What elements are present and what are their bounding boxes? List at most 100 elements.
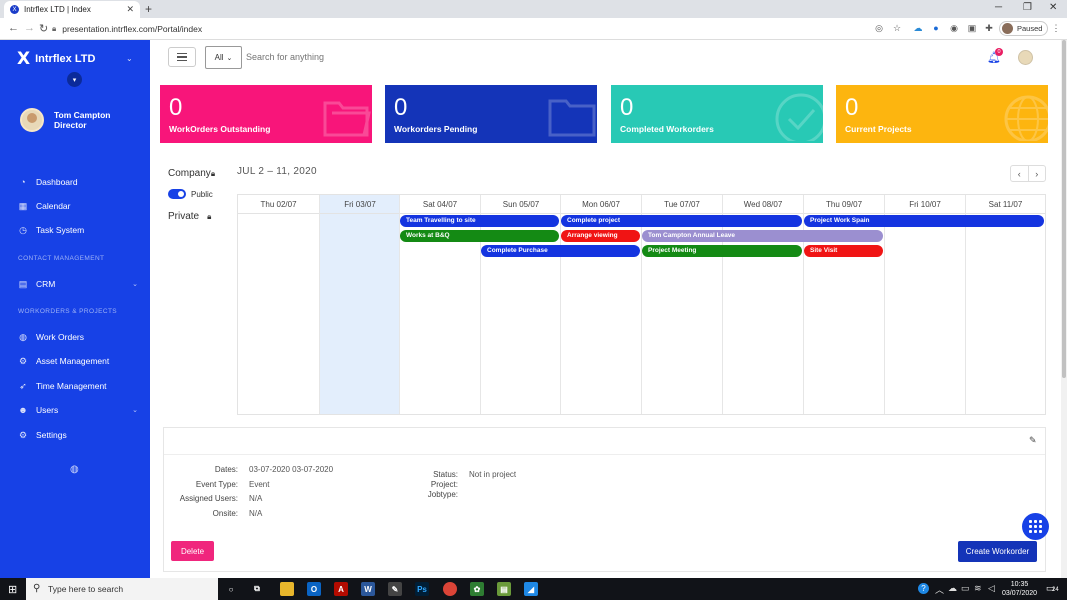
sidebar-item-crm[interactable]: ▤ CRM ⌄: [18, 279, 138, 289]
calendar-day-header: Mon 06/07: [561, 195, 641, 214]
calendar-day-column[interactable]: Wed 08/07: [722, 195, 803, 414]
next-week-button[interactable]: ›: [1027, 166, 1046, 181]
app-notepad-icon[interactable]: ▤: [497, 582, 511, 596]
user-profile[interactable]: Tom Campton Director: [20, 108, 111, 132]
sidebar-item-task-system[interactable]: ◷ Task System: [18, 225, 138, 235]
workorders-pending-card[interactable]: 0 Workorders Pending: [385, 85, 597, 143]
calendar-day-column[interactable]: Fri 03/07: [319, 195, 400, 414]
page-scrollbar[interactable]: [1061, 40, 1067, 578]
task-view-icon[interactable]: ⧉: [250, 582, 264, 596]
calendar-event[interactable]: Complete Purchase: [481, 245, 640, 257]
kebab-menu-icon[interactable]: ⋮: [1051, 23, 1061, 33]
file-explorer-icon[interactable]: [280, 582, 294, 596]
globe-icon: ◍: [19, 332, 27, 342]
puzzle-icon[interactable]: ✚: [984, 23, 994, 33]
public-toggle[interactable]: [168, 189, 186, 199]
browser-tab[interactable]: X Intrflex LTD | Index ✕: [4, 1, 140, 18]
forward-icon[interactable]: →: [24, 22, 35, 34]
close-tab-icon[interactable]: ✕: [126, 4, 134, 15]
calendar-day-column[interactable]: Thu 02/07: [238, 195, 319, 414]
word-icon[interactable]: W: [361, 582, 375, 596]
card-value: 0: [169, 94, 183, 121]
extension-box-icon[interactable]: ▣: [967, 23, 977, 33]
sidebar-item-settings[interactable]: ⚙ Settings: [18, 430, 138, 440]
search-input[interactable]: [246, 52, 546, 62]
acrobat-icon[interactable]: A: [334, 582, 348, 596]
company-label-text: Company: [168, 168, 211, 179]
edit-pencil-icon[interactable]: ✎: [1029, 435, 1037, 446]
calendar-event[interactable]: Site Visit: [804, 245, 883, 257]
calendar-event[interactable]: Tom Campton Annual Leave: [642, 230, 883, 242]
back-icon[interactable]: ←: [8, 22, 19, 34]
calendar-event[interactable]: Works at B&Q: [400, 230, 559, 242]
sidebar-item-label: Time Management: [36, 381, 107, 391]
calendar-event[interactable]: Team Travelling to site: [400, 215, 559, 227]
sidebar-item-label: Task System: [36, 225, 85, 235]
network-icon[interactable]: ▭: [961, 583, 970, 594]
sidebar-item-time-management[interactable]: ➶ Time Management: [18, 381, 138, 391]
notes-app-icon[interactable]: ✎: [388, 582, 402, 596]
cortana-icon[interactable]: ○: [224, 582, 238, 596]
restore-icon[interactable]: ❐: [1023, 2, 1032, 13]
app-blue-icon[interactable]: ◢: [524, 582, 538, 596]
calendar-day-column[interactable]: Tue 07/07: [641, 195, 722, 414]
calendar-event[interactable]: Project Work Spain: [804, 215, 1044, 227]
taskbar-search-placeholder: Type here to search: [48, 584, 124, 594]
brand[interactable]: X Intrflex LTD: [17, 49, 95, 69]
minimize-icon[interactable]: ─: [995, 2, 1002, 13]
collapse-toggle-button[interactable]: ▾: [67, 72, 82, 87]
reload-icon[interactable]: ↻: [39, 22, 48, 35]
profile-button[interactable]: Paused: [999, 21, 1049, 36]
chrome-icon[interactable]: [443, 582, 457, 596]
sidebar-item-calendar[interactable]: ▦ Calendar: [18, 201, 138, 211]
user-name: Tom Campton: [54, 110, 111, 120]
calendar-day-column[interactable]: Sun 05/07: [480, 195, 561, 414]
chevron-down-icon[interactable]: ⌄: [126, 54, 133, 63]
menu-toggle-button[interactable]: [168, 47, 196, 67]
header-avatar[interactable]: [1018, 50, 1033, 65]
url-field[interactable]: 🔒︎ presentation.intrflex.com/Portal/inde…: [52, 21, 872, 37]
calendar-event[interactable]: Project Meeting: [642, 245, 802, 257]
photoshop-icon[interactable]: Ps: [415, 582, 429, 596]
sidebar-item-work-orders[interactable]: ◍ Work Orders: [18, 332, 138, 342]
apps-grid-button[interactable]: [1022, 513, 1049, 540]
calendar-event[interactable]: Complete project: [561, 215, 802, 227]
create-workorder-button[interactable]: Create Workorder: [958, 541, 1037, 562]
outlook-icon[interactable]: O: [307, 582, 321, 596]
prev-week-button[interactable]: ‹: [1011, 166, 1028, 181]
sidebar-item-dashboard[interactable]: ◔ Dashboard: [18, 177, 138, 187]
onedrive-icon[interactable]: ☁: [948, 583, 957, 594]
volume-icon[interactable]: ◁: [988, 583, 995, 594]
extension-dark-icon[interactable]: ◉: [949, 23, 959, 33]
language-globe-icon[interactable]: ◍: [70, 464, 79, 475]
sidebar: X Intrflex LTD ⌄ ▾ Tom Campton Director …: [0, 40, 150, 578]
calendar-event[interactable]: Arrange viewing: [561, 230, 640, 242]
calendar-day-column[interactable]: Sat 11/07: [965, 195, 1045, 414]
search-filter-select[interactable]: All ⌄: [205, 46, 242, 69]
location-icon[interactable]: ◎: [874, 23, 884, 33]
help-icon[interactable]: ?: [918, 583, 929, 594]
workorders-outstanding-card[interactable]: 0 WorkOrders Outstanding: [160, 85, 372, 143]
close-window-icon[interactable]: ✕: [1049, 2, 1057, 13]
sidebar-item-asset-management[interactable]: ⚙ Asset Management: [18, 356, 138, 366]
app-green-icon[interactable]: ✿: [470, 582, 484, 596]
taskbar-clock[interactable]: 10:35 03/07/2020: [1002, 580, 1037, 598]
calendar-day-column[interactable]: Mon 06/07: [560, 195, 641, 414]
wifi-icon[interactable]: ≋: [974, 583, 982, 594]
taskbar-search-box[interactable]: ⚲ Type here to search: [26, 578, 218, 600]
calendar-day-header: Thu 02/07: [238, 195, 319, 214]
sidebar-item-users[interactable]: ☻ Users ⌄: [18, 405, 138, 415]
star-icon[interactable]: ☆: [892, 23, 902, 33]
calendar-navigation: ‹ ›: [1010, 165, 1046, 182]
calendar-day-column[interactable]: Thu 09/07: [803, 195, 884, 414]
calendar-day-column[interactable]: Fri 10/07: [884, 195, 965, 414]
extension-blue-icon[interactable]: ●: [931, 23, 941, 33]
cloud-extension-icon[interactable]: ☁: [913, 23, 923, 33]
calendar-day-column[interactable]: Sat 04/07: [399, 195, 480, 414]
delete-button[interactable]: Delete: [171, 541, 214, 561]
show-hidden-icons-icon[interactable]: ︿: [935, 583, 944, 596]
new-tab-icon[interactable]: +: [145, 2, 152, 16]
windows-start-icon[interactable]: ⊞: [8, 583, 17, 596]
current-projects-card[interactable]: 0 Current Projects: [836, 85, 1048, 143]
completed-workorders-card[interactable]: 0 Completed Workorders: [611, 85, 823, 143]
